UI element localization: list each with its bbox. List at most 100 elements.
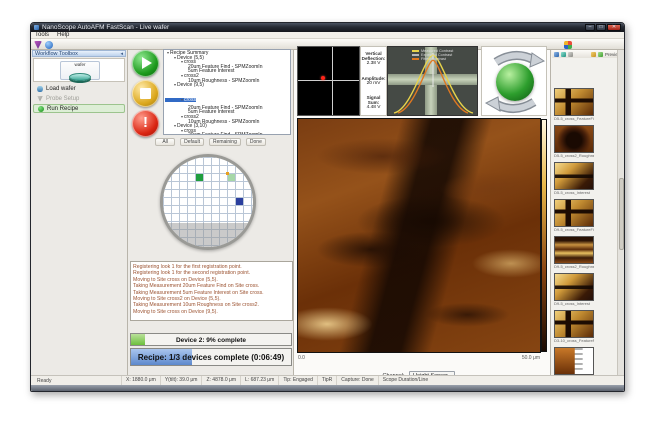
filter-icon[interactable] — [568, 52, 573, 57]
status-segment: Y(tilt): 39.0 μm — [160, 376, 202, 385]
thumbnail-caption: D5-5_cross2_Roughness — [554, 153, 594, 158]
legend-label: Fitted Contrast — [421, 57, 446, 61]
run-icon — [38, 106, 44, 112]
photodetector-view — [297, 46, 360, 116]
wafer-excluded-region — [163, 223, 253, 247]
trackball-sphere[interactable] — [496, 63, 534, 101]
thumbnail-image[interactable] — [554, 199, 594, 227]
wafer-3d-icon — [69, 73, 91, 81]
result-thumbnail[interactable]: D9-5_cross_Interest — [554, 273, 596, 306]
result-thumbnail[interactable]: D9-5_cross2_Roughness — [554, 236, 596, 269]
wafer-filter-buttons: All Default Remaining Done — [128, 138, 293, 148]
maximize-button[interactable]: □ — [596, 24, 606, 31]
thumbnail-image[interactable] — [554, 236, 594, 264]
signal-label: Signal Sum: — [361, 95, 386, 105]
capture-window-icon[interactable] — [564, 41, 572, 49]
app-icon — [34, 25, 39, 30]
recipe-tree-row[interactable]: Device (9,5) — [165, 83, 290, 88]
thumbnail-image[interactable] — [554, 273, 594, 301]
wafer-device-cell[interactable] — [228, 174, 235, 181]
legend-entry: Fitted Contrast — [412, 57, 453, 61]
wafer-button-box: wafer — [33, 58, 125, 82]
status-ready: Ready — [31, 378, 121, 384]
probe-tool-icon[interactable] — [34, 41, 42, 49]
wafer-filter-button[interactable]: All — [155, 138, 175, 146]
trackball-control[interactable] — [481, 46, 547, 116]
title-bar[interactable]: NanoScope AutoAFM FastScan - Live wafer … — [31, 23, 624, 32]
device-progress-bar: Device 2: 9% complete — [130, 333, 292, 346]
result-thumbnail[interactable]: D5-5_cross2_Roughness — [554, 125, 596, 158]
scale-max-label: 50.0 μm — [522, 355, 540, 361]
folder-icon[interactable] — [561, 52, 566, 57]
wafer-filter-button[interactable]: Done — [246, 138, 266, 146]
workflow-panel: Workflow Toolbox ◂ wafer Load wafer Prob… — [31, 50, 128, 375]
optical-camera-view[interactable]: Measured Contrast Expected Contrast Fitt… — [387, 46, 478, 116]
status-segment: L: 687.23 μm — [240, 376, 278, 385]
recipe-tree-row[interactable]: cross — [165, 98, 196, 103]
thumbnail-caption: D5-5_cross_Interest — [554, 190, 594, 195]
result-thumbnail[interactable]: D9-5_cross_FeatureFind — [554, 199, 596, 232]
result-thumbnail[interactable]: D3-10_cross_FeatureFind — [554, 310, 596, 343]
afm-scan-image[interactable] — [297, 118, 541, 353]
workflow-step[interactable]: Load wafer — [33, 84, 125, 93]
alert-icon: ! — [132, 114, 159, 132]
menu-item[interactable]: Help — [57, 32, 69, 38]
legend-swatch — [412, 50, 419, 52]
scan-area: Vertical Deflection: 2.38 V Amplitude: 2… — [294, 50, 550, 375]
help-icon[interactable] — [45, 41, 53, 49]
thumbnail-image[interactable] — [554, 347, 594, 375]
thumbnail-image[interactable] — [554, 162, 594, 190]
thumbnail-caption: D9-5_cross2_Roughness — [554, 264, 594, 269]
status-segment: Scope Duration/Line — [378, 376, 432, 385]
workflow-step[interactable]: Probe Setup — [33, 94, 125, 103]
recipe-progress-label: Recipe: 1/3 devices complete (0:06:49) — [131, 349, 291, 365]
start-recipe-button[interactable] — [132, 50, 159, 77]
thumbnail-image[interactable] — [554, 88, 594, 116]
thumbnail-image[interactable] — [554, 310, 594, 338]
wafer-filter-button[interactable]: Remaining — [209, 138, 241, 146]
workflow-step-label: Probe Setup — [46, 96, 79, 102]
stop-recipe-button[interactable] — [132, 80, 159, 107]
signal-readout: Signal Sum: 4.48 V — [361, 95, 386, 111]
wafer-filter-button[interactable]: Default — [180, 138, 204, 146]
recipe-panel: ! Recipe SummaryDevice (5,5)cross20um Fe… — [128, 50, 294, 375]
wafer-button-label: wafer — [61, 62, 99, 68]
collapse-panel-icon[interactable]: ◂ — [120, 51, 125, 56]
wafer-device-cell[interactable] — [196, 174, 203, 181]
abort-recipe-button[interactable]: ! — [132, 110, 159, 137]
workflow-step[interactable]: Run Recipe — [33, 104, 125, 113]
window-title: NanoScope AutoAFM FastScan - Live wafer — [42, 23, 169, 32]
thumbnail-image[interactable] — [554, 125, 594, 153]
thumbnail-scrollbar[interactable] — [617, 50, 624, 375]
recipe-tree[interactable]: Recipe SummaryDevice (5,5)cross20um Feat… — [163, 49, 291, 135]
channel-row: Channel: Height Sensor ▾ — [297, 364, 541, 375]
analyze-icon[interactable] — [598, 52, 603, 57]
camera-legend: Measured Contrast Expected Contrast Fitt… — [412, 49, 453, 61]
signal-label: Vertical Deflection: — [361, 51, 386, 61]
menu-item[interactable]: Tools — [35, 32, 49, 38]
height-colorbar — [541, 119, 547, 352]
wafer-device-cell[interactable] — [236, 198, 243, 205]
wafer-button[interactable]: wafer — [60, 61, 100, 80]
stop-icon — [140, 88, 151, 99]
workflow-step-label: Run Recipe — [47, 106, 78, 112]
detector-crosshair-h — [298, 80, 359, 81]
activity-log[interactable]: Registering look 1 for the first registr… — [130, 261, 293, 321]
refresh-icon[interactable] — [554, 52, 559, 57]
legend-swatch — [412, 58, 419, 60]
recipe-progress-bar: Recipe: 1/3 devices complete (0:06:49) — [130, 348, 292, 366]
close-button[interactable]: ✕ — [607, 24, 621, 31]
wafer-map[interactable] — [160, 154, 256, 250]
scrollbar-thumb[interactable] — [619, 178, 624, 250]
status-segment: Z: 4878.0 μm — [201, 376, 240, 385]
minimize-button[interactable]: – — [585, 24, 595, 31]
thumbnail-caption: D9-5_cross_Interest — [554, 301, 594, 306]
desktop: NanoScope AutoAFM FastScan - Live wafer … — [0, 0, 647, 426]
result-thumbnail[interactable]: D5-5_cross_FeatureFind — [554, 88, 596, 121]
laser-spot — [321, 76, 325, 80]
result-thumbnail[interactable]: D5-5_cross_Interest — [554, 162, 596, 195]
scale-min-label: 0.0 — [298, 355, 305, 361]
export-icon[interactable] — [591, 52, 596, 57]
results-panel: Preview D5-5_cross_FeatureFind D5-5_cros… — [550, 50, 624, 375]
device-progress-label: Device 2: 9% complete — [131, 334, 291, 345]
